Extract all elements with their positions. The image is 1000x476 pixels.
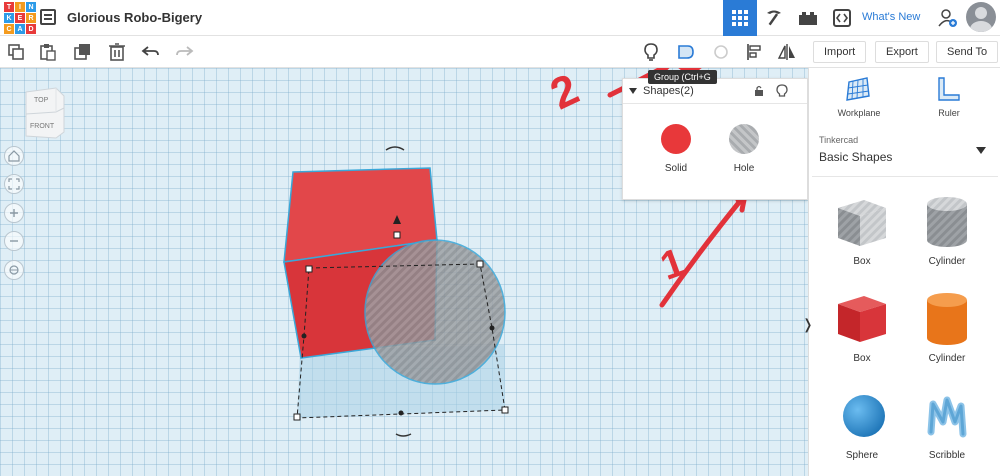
visibility-bulb-icon[interactable] bbox=[776, 84, 788, 98]
blocks-pickaxe-button[interactable] bbox=[758, 0, 790, 36]
edit-toolbar: Import Export Send To bbox=[0, 36, 1000, 68]
duplicate-icon[interactable] bbox=[73, 42, 93, 62]
redo-icon[interactable] bbox=[174, 42, 194, 62]
shape-label: Scribble bbox=[928, 450, 966, 461]
logo-letter: D bbox=[26, 24, 36, 34]
group-tooltip: Group (Ctrl+G bbox=[648, 70, 717, 84]
rotate-handle-icon[interactable] bbox=[395, 433, 412, 437]
shape-label: Sphere bbox=[845, 450, 879, 461]
library-dropdown[interactable]: Basic Shapes bbox=[819, 150, 892, 164]
box-hole-shape-icon[interactable] bbox=[834, 194, 890, 250]
project-list-icon[interactable] bbox=[40, 9, 56, 25]
logo-letter: A bbox=[15, 24, 25, 34]
scribble-shape-icon[interactable] bbox=[925, 392, 969, 442]
logo-letter: N bbox=[26, 2, 36, 12]
annotation-step-2: 2 bbox=[543, 68, 586, 119]
shape-label: Box bbox=[853, 256, 871, 267]
shape-label: Cylinder bbox=[928, 353, 966, 364]
export-button[interactable]: Export bbox=[875, 41, 929, 63]
import-button[interactable]: Import bbox=[813, 41, 867, 63]
panel-toggle-icon[interactable]: ❭ bbox=[802, 316, 814, 333]
group-icon[interactable] bbox=[676, 42, 696, 62]
rotate-handle-icon[interactable] bbox=[385, 146, 405, 151]
dropdown-arrow-icon[interactable] bbox=[976, 147, 986, 155]
resize-handle[interactable] bbox=[501, 406, 509, 414]
shape-label: Box bbox=[853, 353, 871, 364]
ungroup-icon[interactable] bbox=[711, 42, 731, 62]
codeblocks-icon bbox=[833, 9, 851, 27]
ruler-icon[interactable] bbox=[935, 76, 961, 102]
shape-label: Cylinder bbox=[928, 256, 966, 267]
collapse-arrow-icon[interactable] bbox=[629, 88, 637, 94]
solid-option[interactable] bbox=[661, 124, 691, 154]
mirror-icon[interactable] bbox=[777, 42, 797, 62]
logo-letter: I bbox=[15, 2, 25, 12]
brick-icon bbox=[799, 12, 817, 25]
pickaxe-icon bbox=[767, 10, 781, 26]
hole-cylinder-shape[interactable] bbox=[364, 239, 506, 385]
workplane-icon[interactable] bbox=[845, 76, 871, 102]
top-bar: TIN KER CAD Glorious Robo-Bigery What's Ne… bbox=[0, 0, 1000, 36]
undo-icon[interactable] bbox=[141, 42, 161, 62]
workplane-label: Workplane bbox=[837, 108, 881, 118]
codeblocks-button[interactable] bbox=[826, 0, 858, 36]
light-bulb-icon[interactable] bbox=[641, 42, 661, 62]
height-handle[interactable] bbox=[393, 231, 401, 239]
align-icon[interactable] bbox=[745, 42, 765, 62]
logo-letter: E bbox=[15, 13, 25, 23]
delete-icon[interactable] bbox=[107, 42, 127, 62]
sphere-shape-icon[interactable] bbox=[840, 392, 888, 440]
whats-new-link[interactable]: What's New bbox=[862, 11, 920, 23]
tinkercad-logo[interactable]: TIN KER CAD bbox=[4, 2, 36, 34]
solid-label: Solid bbox=[664, 163, 688, 174]
inspector-title: Shapes(2) bbox=[643, 85, 694, 97]
resize-handle[interactable] bbox=[476, 260, 484, 268]
logo-letter: K bbox=[4, 13, 14, 23]
hole-option[interactable] bbox=[729, 124, 759, 154]
cylinder-solid-shape-icon[interactable] bbox=[922, 290, 972, 348]
logo-letter: C bbox=[4, 24, 14, 34]
add-user-button[interactable] bbox=[934, 0, 962, 36]
resize-handle[interactable] bbox=[305, 265, 313, 273]
logo-letter: T bbox=[4, 2, 14, 12]
grid-view-icon bbox=[732, 10, 748, 26]
3d-design-view-button[interactable] bbox=[723, 0, 757, 36]
box-solid-shape-icon[interactable] bbox=[834, 290, 890, 346]
user-avatar[interactable] bbox=[966, 2, 996, 32]
send-to-button[interactable]: Send To bbox=[936, 41, 999, 63]
lock-icon[interactable] bbox=[753, 85, 765, 97]
project-title[interactable]: Glorious Robo-Bigery bbox=[67, 10, 202, 25]
library-source: Tinkercad bbox=[819, 135, 859, 145]
add-user-icon bbox=[938, 9, 957, 27]
annotation-step-1: 1 bbox=[655, 240, 691, 289]
shapes-panel bbox=[808, 68, 1000, 476]
cylinder-hole-shape-icon[interactable] bbox=[922, 194, 972, 250]
shape-inspector: Shapes(2) Solid Hole bbox=[622, 78, 808, 200]
logo-letter: R bbox=[26, 13, 36, 23]
copy-icon[interactable] bbox=[6, 42, 26, 62]
ruler-label: Ruler bbox=[938, 108, 960, 118]
bricks-button[interactable] bbox=[792, 0, 824, 36]
resize-handle[interactable] bbox=[293, 413, 301, 421]
hole-label: Hole bbox=[733, 163, 755, 174]
paste-icon[interactable] bbox=[38, 42, 58, 62]
